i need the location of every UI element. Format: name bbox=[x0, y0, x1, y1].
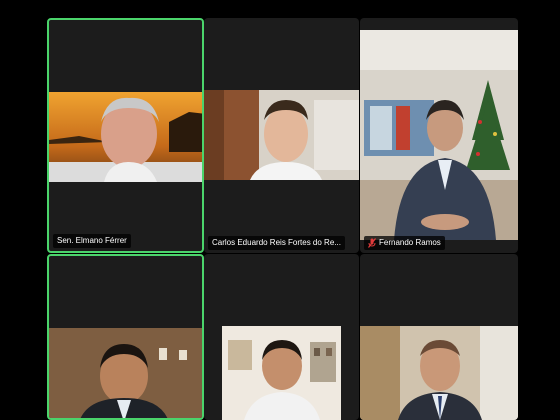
participant-name: Fernando Ramos bbox=[379, 238, 441, 247]
participant-name-tag: Sen. Elmano Férrer bbox=[53, 234, 131, 248]
video-feed bbox=[360, 30, 518, 240]
participant-name: Carlos Eduardo Reis Fortes do Re... bbox=[212, 238, 341, 247]
video-feed bbox=[222, 326, 341, 420]
video-feed bbox=[204, 90, 359, 180]
video-tile-2[interactable]: Carlos Eduardo Reis Fortes do Re... bbox=[204, 18, 359, 253]
video-tile-5[interactable] bbox=[204, 254, 359, 420]
mic-muted-icon bbox=[368, 238, 376, 248]
video-tile-1[interactable]: Sen. Elmano Férrer bbox=[47, 18, 204, 253]
participant-name: Sen. Elmano Férrer bbox=[57, 236, 127, 245]
video-feed bbox=[49, 92, 202, 182]
video-tile-6[interactable] bbox=[360, 254, 518, 420]
video-feed bbox=[360, 326, 518, 420]
video-feed bbox=[49, 328, 202, 418]
video-tile-4[interactable] bbox=[47, 254, 204, 420]
video-tile-3[interactable]: Fernando Ramos bbox=[360, 18, 518, 253]
participant-name-tag: Fernando Ramos bbox=[364, 236, 445, 250]
participant-name-tag: Carlos Eduardo Reis Fortes do Re... bbox=[208, 236, 345, 250]
